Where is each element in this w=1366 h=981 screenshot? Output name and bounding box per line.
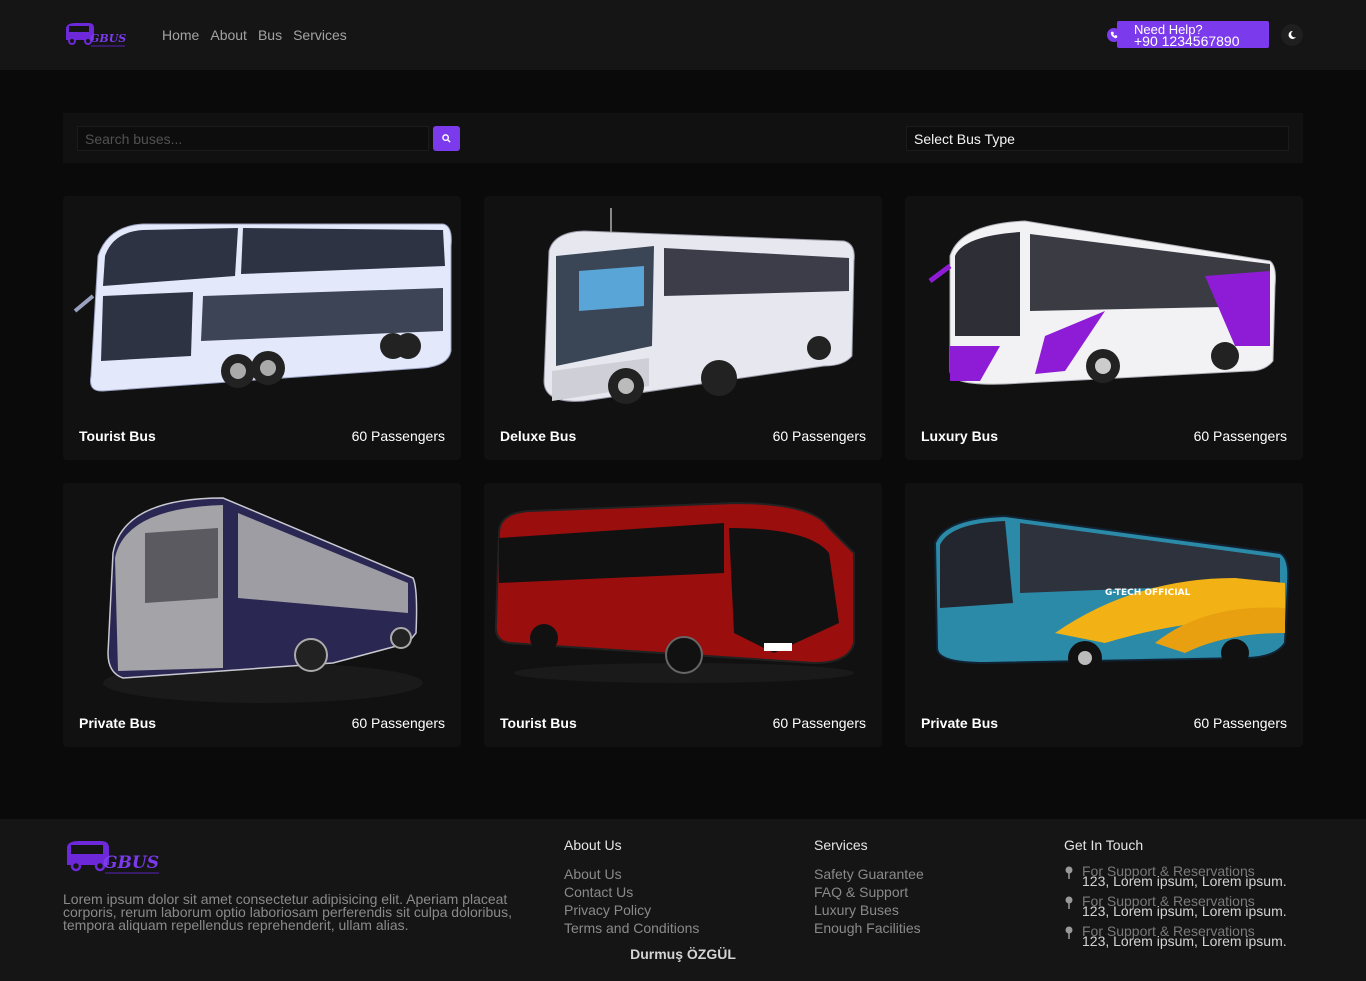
footer-link-safety[interactable]: Safety Guarantee [814,865,924,883]
footer-services-column: Services Safety Guarantee FAQ & Support … [814,837,924,937]
bus-image [494,501,855,683]
search-button[interactable] [433,126,460,151]
moon-icon [1288,30,1296,39]
bus-passengers: 60 Passengers [1193,715,1287,731]
contact-item: For Support & Reservations 123, Lorem ip… [1064,863,1287,895]
footer-contact-title: Get In Touch [1064,837,1144,853]
bus-image [928,220,1276,385]
header: GBUS Home About Bus Services Need Help? … [0,0,1366,70]
bus-image [73,223,452,392]
bus-card[interactable]: Private Bus 60 Passengers [63,483,461,747]
bus-card[interactable]: Luxury Bus 60 Passengers [905,196,1303,460]
bus-name: Tourist Bus [500,715,577,731]
footer-link-terms[interactable]: Terms and Conditions [564,919,699,937]
nav-home[interactable]: Home [162,27,199,43]
footer-link-privacy-policy[interactable]: Privacy Policy [564,901,699,919]
bus-image [543,208,855,404]
location-pin-icon [1065,866,1073,879]
svg-text:G-TECH OFFICIAL: G-TECH OFFICIAL [1105,588,1191,598]
bus-passengers: 60 Passengers [1193,428,1287,444]
footer-services-title: Services [814,837,868,853]
gbus-logo[interactable]: GBUS [63,837,161,877]
bus-name: Private Bus [79,715,157,731]
svg-text:GBUS: GBUS [103,853,159,873]
bus-passengers: 60 Passengers [351,428,445,444]
location-pin-icon [1065,896,1073,909]
bus-card[interactable]: Tourist Bus 60 Passengers [484,483,882,747]
bus-passengers: 60 Passengers [772,715,866,731]
svg-text:GBUS: GBUS [90,32,126,45]
bus-type-select[interactable]: Select Bus Type [906,126,1289,151]
bus-name: Deluxe Bus [500,428,577,444]
location-pin-icon [1065,926,1073,939]
nav-services[interactable]: Services [293,27,347,43]
footer-link-facilities[interactable]: Enough Facilities [814,919,924,937]
contact-item: For Support & Reservations 123, Lorem ip… [1064,893,1287,925]
help-phone: +90 1234567890 [1134,33,1240,48]
footer-about-title: About Us [564,837,622,853]
search-input[interactable] [77,126,429,151]
footer-description: Lorem ipsum dolor sit amet consectetur a… [63,891,512,933]
bus-image [103,497,423,703]
phone-icon [1107,28,1121,42]
nav-about[interactable]: About [210,27,247,43]
footer: GBUS Lorem ipsum dolor sit amet consecte… [0,819,1366,981]
footer-about-column: About Us About Us Contact Us Privacy Pol… [564,837,699,937]
contact-address: 123, Lorem ipsum, Lorem ipsum. [1082,903,1287,919]
bus-name: Luxury Bus [921,428,999,444]
footer-link-faq[interactable]: FAQ & Support [814,883,924,901]
bus-card[interactable]: G-TECH OFFICIAL Private Bus 60 Passenger… [905,483,1303,747]
search-bar: Select Bus Type [63,113,1303,163]
gbus-logo[interactable]: GBUS [63,20,127,50]
search-icon [442,134,451,143]
bus-passengers: 60 Passengers [351,715,445,731]
bus-name: Tourist Bus [79,428,156,444]
footer-link-luxury[interactable]: Luxury Buses [814,901,924,919]
nav-bus[interactable]: Bus [258,27,282,43]
bus-card[interactable]: Deluxe Bus 60 Passengers [484,196,882,460]
bus-passengers: 60 Passengers [772,428,866,444]
footer-contact-column: Get In Touch For Support & Reservations … [1064,837,1287,955]
bus-image: G-TECH OFFICIAL [933,514,1290,675]
bus-name: Private Bus [921,715,999,731]
need-help-button[interactable]: Need Help? +90 1234567890 [1117,21,1269,48]
footer-author: Durmuş ÖZGÜL [630,946,736,962]
theme-toggle-button[interactable] [1281,24,1303,46]
contact-address: 123, Lorem ipsum, Lorem ipsum. [1082,873,1287,889]
bus-card[interactable]: Tourist Bus 60 Passengers [63,196,461,460]
footer-link-contact-us[interactable]: Contact Us [564,883,699,901]
footer-link-about-us[interactable]: About Us [564,865,699,883]
main-nav: Home About Bus Services [162,27,347,43]
